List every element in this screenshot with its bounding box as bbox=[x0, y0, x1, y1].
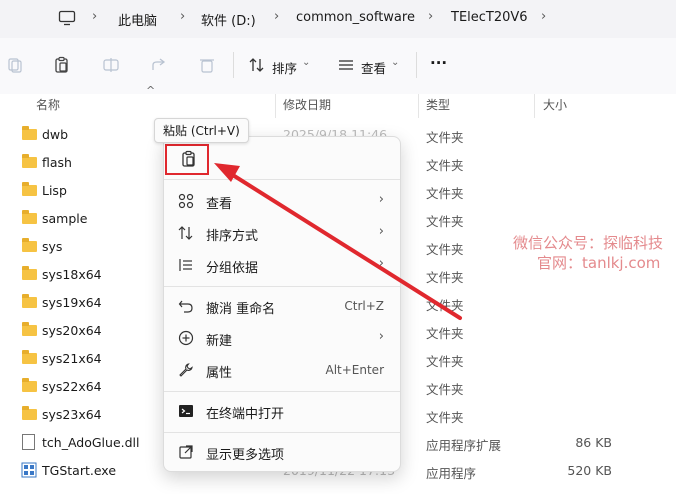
annotation-arrow-icon bbox=[214, 163, 462, 320]
